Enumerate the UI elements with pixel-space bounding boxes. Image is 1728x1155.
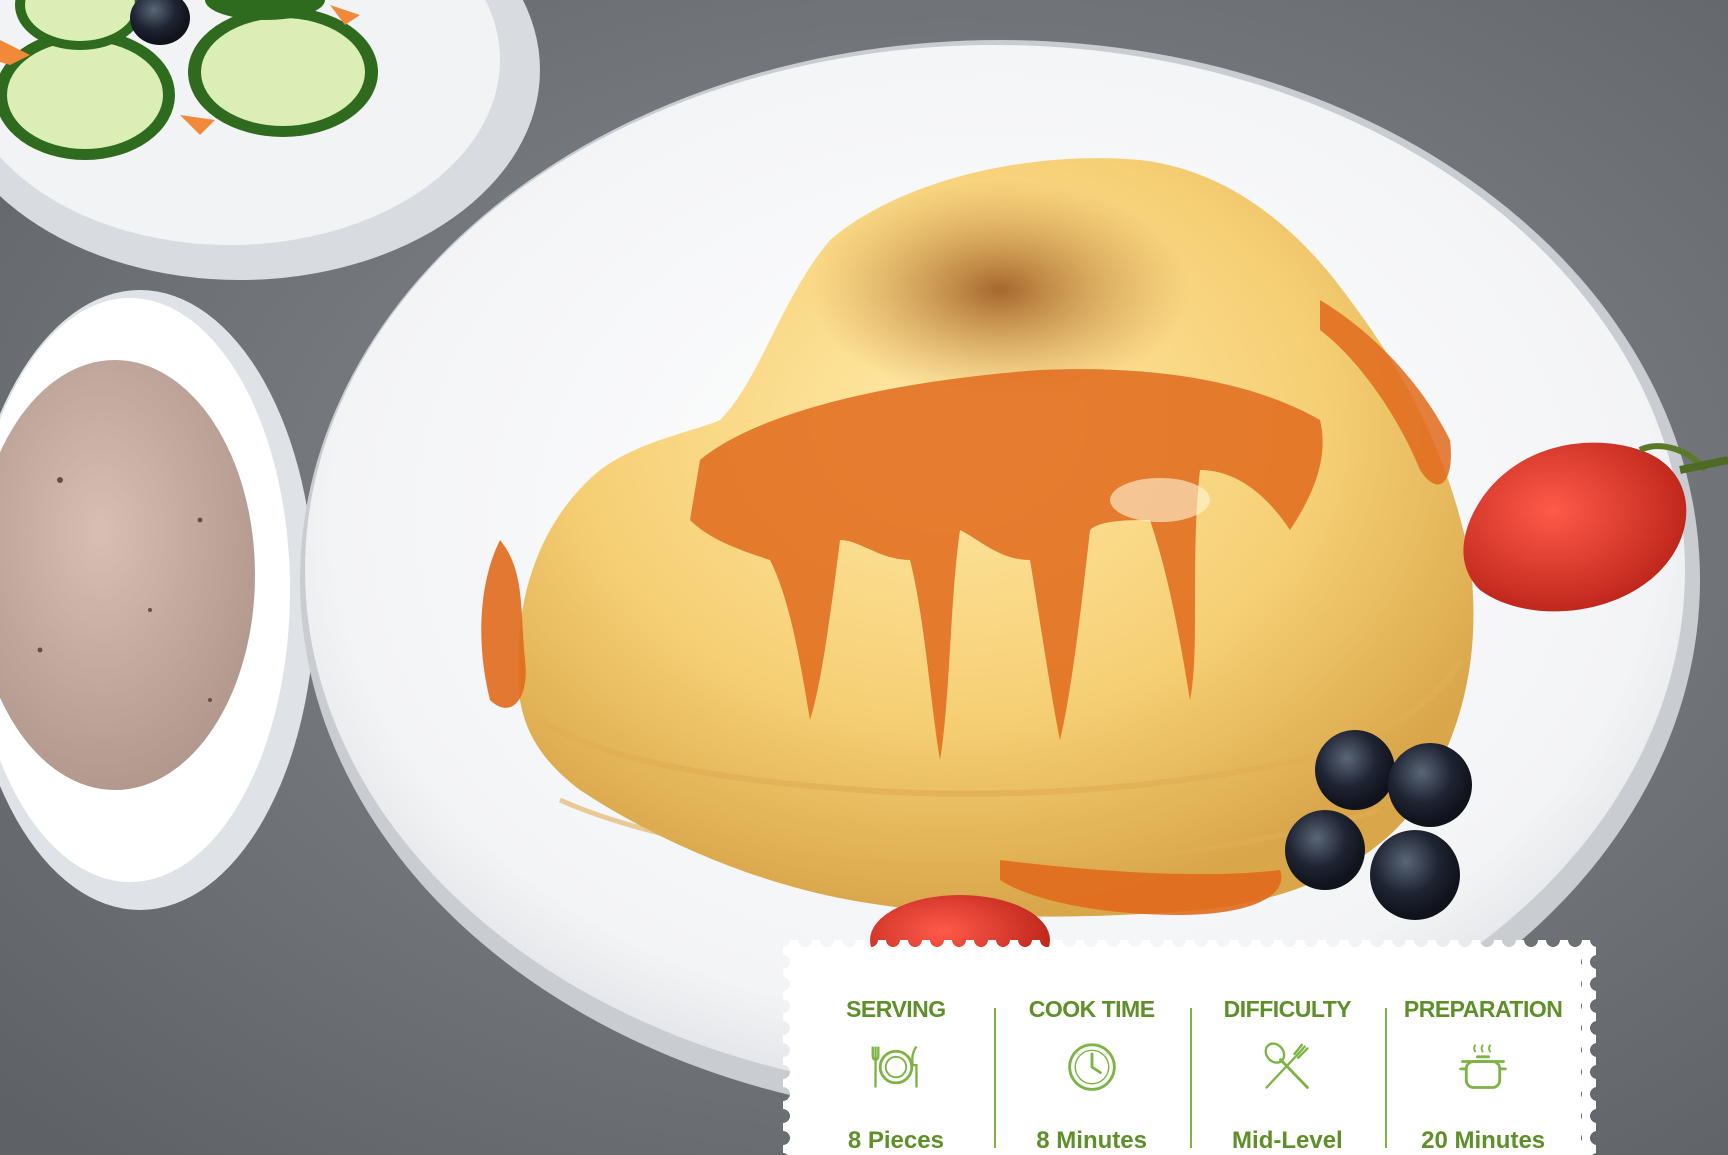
cook-time-section: COOK TIME 8 Minutes <box>993 996 1190 1155</box>
preparation-section: PREPARATION 20 Minutes <box>1385 996 1581 1155</box>
preparation-label: PREPARATION <box>1403 996 1563 1022</box>
plate-cutlery-icon <box>871 1045 918 1088</box>
crossed-utensils-icon <box>1264 1042 1310 1089</box>
clock-icon <box>1067 1043 1116 1091</box>
difficulty-label: DIFFICULTY <box>1223 996 1352 1022</box>
cook-time-label: COOK TIME <box>1028 996 1155 1022</box>
recipe-info-card: SERVING 8 Pieces COOK TIME 8 Minutes DIF… <box>798 948 1581 1155</box>
serving-label: SERVING <box>846 996 946 1022</box>
steaming-pot-icon <box>1459 1044 1507 1089</box>
serving-section: SERVING 8 Pieces <box>798 996 994 1155</box>
serving-value: 8 Pieces <box>847 1127 944 1154</box>
difficulty-section: DIFFICULTY Mid-Level <box>1189 996 1386 1155</box>
preparation-value: 20 Minutes <box>1421 1127 1546 1154</box>
difficulty-value: Mid-Level <box>1232 1127 1343 1154</box>
cook-time-value: 8 Minutes <box>1036 1127 1147 1154</box>
